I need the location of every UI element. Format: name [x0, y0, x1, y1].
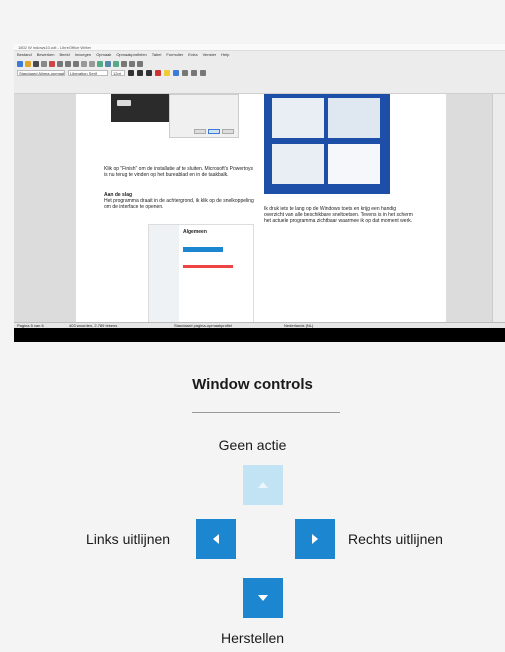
comment-icon[interactable] — [129, 60, 135, 67]
copy-icon[interactable] — [65, 60, 71, 67]
highlight-icon[interactable] — [164, 70, 170, 76]
paragraph-windows-toets: Ik druk iets te lang op de Windows toets… — [264, 206, 413, 224]
pdf-icon[interactable] — [49, 60, 55, 67]
menu-item[interactable]: Formulier — [166, 51, 183, 59]
font-box[interactable]: Liberation Serif — [68, 70, 108, 76]
underline-icon[interactable] — [146, 70, 152, 76]
menu-item[interactable]: Opmaak — [96, 51, 111, 59]
new-icon[interactable] — [17, 60, 23, 67]
image-icon[interactable] — [105, 60, 111, 67]
menu-item[interactable]: Help — [221, 51, 229, 59]
format-toolbar: Standaard Alinea-opmaak Liberation Serif… — [14, 68, 505, 78]
app-chrome: 1802 W indows10.odt - LibreOffice Writer… — [14, 44, 505, 94]
arrow-up-icon — [258, 482, 268, 488]
open-icon[interactable] — [25, 60, 31, 67]
right-sidebar[interactable] — [492, 94, 505, 342]
paste-icon[interactable] — [73, 60, 79, 67]
window-title: 1802 W indows10.odt - LibreOffice Writer — [14, 44, 505, 51]
page: 1802 W indows10.odt - LibreOffice Writer… — [0, 0, 505, 652]
document-area: Klik op "Finish" om de installatie af te… — [14, 94, 492, 342]
list-icon[interactable] — [200, 70, 206, 76]
bottom-label: Herstellen — [220, 630, 285, 646]
cut-icon[interactable] — [57, 60, 63, 67]
installer-image — [111, 94, 169, 122]
size-box[interactable]: 12pt — [111, 70, 125, 76]
menu-item[interactable]: Bewerken — [37, 51, 55, 59]
arrow-down-icon — [258, 595, 268, 601]
down-key-button[interactable] — [243, 578, 283, 618]
redo-icon[interactable] — [89, 60, 95, 67]
print-icon[interactable] — [41, 60, 47, 67]
embedded-screenshot: 1802 W indows10.odt - LibreOffice Writer… — [14, 44, 505, 342]
align-left-icon[interactable] — [173, 70, 179, 76]
align-right-icon[interactable] — [191, 70, 197, 76]
paragraph-finish: Klik op "Finish" om de installatie af te… — [104, 166, 254, 178]
up-key-button[interactable] — [243, 465, 283, 505]
left-label: Links uitlijnen — [86, 531, 171, 547]
menu-item[interactable]: Bestand — [17, 51, 32, 59]
right-key-button[interactable] — [295, 519, 335, 559]
style-box[interactable]: Standaard Alinea-opmaak — [17, 70, 65, 76]
arrow-right-icon — [312, 534, 318, 544]
menu-item[interactable]: Beeld — [59, 51, 69, 59]
italic-icon[interactable] — [137, 70, 143, 76]
panel-title: Window controls — [192, 376, 313, 393]
standard-toolbar — [14, 59, 505, 68]
bold-icon[interactable] — [128, 70, 134, 76]
table-icon[interactable] — [97, 60, 103, 67]
menu-item[interactable]: Opmaakprofielen — [116, 51, 146, 59]
link-icon[interactable] — [121, 60, 127, 67]
arrow-left-icon — [213, 534, 219, 544]
settings-title: Algemeen — [183, 229, 207, 235]
align-center-icon[interactable] — [182, 70, 188, 76]
title-divider — [192, 412, 340, 413]
document-page[interactable]: Klik op "Finish" om de installatie af te… — [76, 94, 446, 342]
menu-item[interactable]: Invoegen — [75, 51, 91, 59]
video-black-bar — [14, 328, 505, 342]
menu-bar: Bestand Bewerken Beeld Invoegen Opmaak O… — [14, 51, 505, 59]
right-label: Rechts uitlijnen — [348, 531, 443, 547]
chart-icon[interactable] — [113, 60, 119, 67]
font-color-icon[interactable] — [155, 70, 161, 76]
undo-icon[interactable] — [81, 60, 87, 67]
dialog-image — [169, 94, 239, 138]
paragraph-achtergrond: Het programma draait in de achtergrond, … — [104, 198, 254, 210]
shapes-icon[interactable] — [137, 60, 143, 67]
left-key-button[interactable] — [196, 519, 236, 559]
top-label: Geen actie — [218, 437, 287, 453]
taskview-image — [264, 94, 390, 194]
menu-item[interactable]: Venster — [203, 51, 217, 59]
save-icon[interactable] — [33, 60, 39, 67]
menu-item[interactable]: Extra — [188, 51, 197, 59]
menu-item[interactable]: Tabel — [152, 51, 162, 59]
